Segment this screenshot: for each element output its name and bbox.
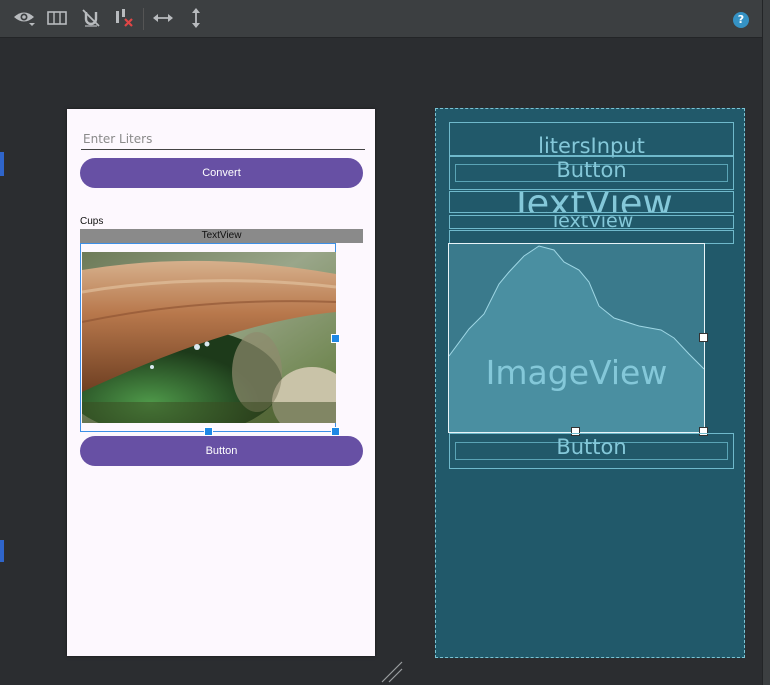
bp-button-bottom-label: Button <box>556 435 627 459</box>
bp-imageview[interactable]: ImageView <box>448 243 708 436</box>
bp-button-top-label: Button <box>556 158 627 182</box>
bp-liters-input[interactable]: litersInput <box>449 122 734 158</box>
left-gutter-marker <box>0 540 4 562</box>
bp-spacer <box>449 230 734 244</box>
blueprint-view: litersInput Button TextView TextView Ima… <box>435 108 745 658</box>
eye-icon[interactable] <box>12 6 36 30</box>
bp-textview-small[interactable]: TextView <box>449 215 734 229</box>
resize-handle-bottom[interactable] <box>204 427 213 436</box>
bp-textview-large-label: TextView <box>510 191 673 213</box>
canvas-resize-grip-icon[interactable] <box>380 660 404 684</box>
bp-button-bottom[interactable]: Button <box>449 433 734 469</box>
help-icon[interactable]: ? <box>733 12 749 28</box>
bottom-button[interactable]: Button <box>80 436 363 466</box>
imageview-photo <box>82 252 336 423</box>
blueprint-toggle-icon[interactable] <box>45 6 69 30</box>
resize-handle-corner[interactable] <box>331 427 340 436</box>
magnet-off-icon[interactable] <box>79 6 103 30</box>
cups-label: Cups <box>80 216 104 227</box>
bp-textview-large[interactable]: TextView <box>449 191 734 213</box>
bp-imageview-label: ImageView <box>485 353 668 392</box>
design-preview-screen: Convert Cups TextView <box>67 109 375 656</box>
resize-handle-right[interactable] <box>331 334 340 343</box>
left-gutter-marker <box>0 152 4 176</box>
vertical-resize-icon[interactable] <box>184 6 208 30</box>
clear-constraints-icon[interactable] <box>112 6 136 30</box>
convert-button[interactable]: Convert <box>80 158 363 188</box>
liters-input[interactable] <box>81 129 365 150</box>
horizontal-resize-icon[interactable] <box>151 6 175 30</box>
image-placeholder-icon <box>449 245 704 432</box>
design-toolbar: ? <box>0 0 770 38</box>
bp-textview-small-label: TextView <box>549 215 634 229</box>
bp-button-top[interactable]: Button <box>449 156 734 190</box>
result-textview[interactable]: TextView <box>80 229 363 243</box>
right-side-panel-strip <box>762 0 770 685</box>
imageview-selected[interactable] <box>80 243 340 436</box>
bp-handle-right[interactable] <box>699 333 708 342</box>
